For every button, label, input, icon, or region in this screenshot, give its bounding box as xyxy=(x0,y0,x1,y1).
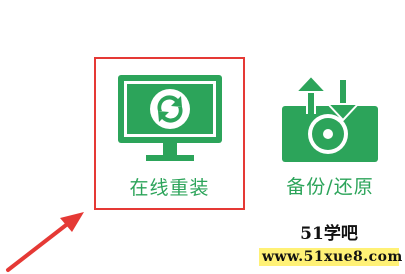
watermark-url: www.51xue8.com xyxy=(259,248,402,266)
site-watermark: 51学吧 www.51xue8.com xyxy=(259,224,402,266)
watermark-title: 51学吧 xyxy=(300,224,358,244)
tool-panel: 在线重装 备份/还原 51学吧 www.51xue8.com xyxy=(0,0,405,274)
